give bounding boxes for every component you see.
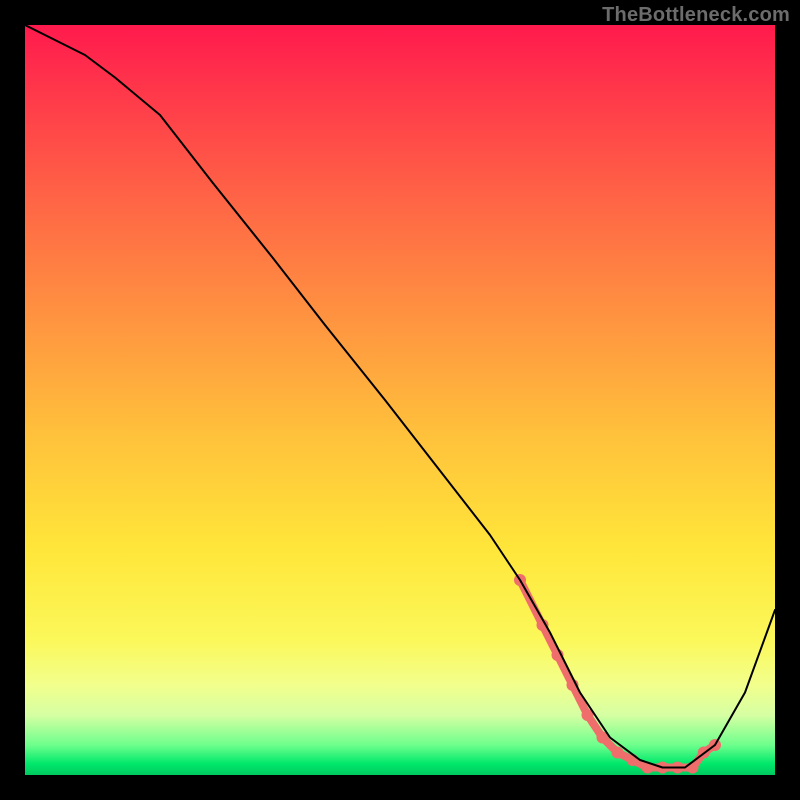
series-curve xyxy=(25,25,775,768)
gradient-plot-area xyxy=(25,25,775,775)
series-highlight-point xyxy=(627,754,639,766)
series-highlight xyxy=(520,580,715,768)
series-highlight-point xyxy=(687,762,699,774)
watermark-text: TheBottleneck.com xyxy=(602,4,790,27)
chart-stage: TheBottleneck.com xyxy=(0,0,800,800)
chart-svg xyxy=(25,25,775,775)
series-highlight-point xyxy=(612,747,624,759)
